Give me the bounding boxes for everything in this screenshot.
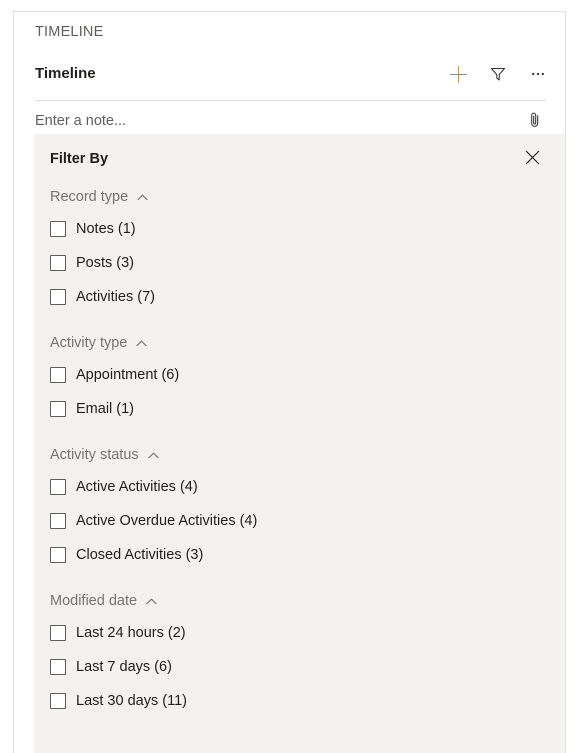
timeline-card: TIMELINE Timeline Enter a note... Filter… (13, 11, 566, 753)
timeline-panel-screen: TIMELINE Timeline Enter a note... Filter… (0, 0, 579, 753)
chevron-up-icon (137, 194, 148, 200)
attach-file-button[interactable] (521, 106, 549, 134)
filter-option-label: Closed Activities (3) (76, 547, 204, 563)
filter-option-checkbox[interactable] (50, 255, 66, 271)
filter-option-checkbox[interactable] (50, 547, 66, 563)
filter-group-label: Activity type (50, 335, 128, 351)
filter-option-row[interactable]: Closed Activities (3) (34, 538, 565, 572)
filter-option-checkbox[interactable] (50, 401, 66, 417)
filter-group-label: Activity status (50, 447, 139, 463)
filter-option-row[interactable]: Activities (7) (34, 280, 565, 314)
ellipsis-icon (532, 72, 544, 76)
filter-option-row[interactable]: Appointment (6) (34, 358, 565, 392)
filter-option-label: Posts (3) (76, 255, 135, 271)
filter-group-label: Modified date (50, 593, 138, 609)
filter-option-row[interactable]: Email (1) (34, 392, 565, 426)
filter-option-row[interactable]: Last 30 days (11) (34, 684, 565, 718)
chevron-up-icon (148, 452, 159, 458)
filter-option-row[interactable]: Notes (1) (34, 212, 565, 246)
add-timeline-record-button[interactable] (443, 59, 473, 89)
filter-option-label: Notes (1) (76, 221, 136, 237)
filter-group: Record type Notes (1) Posts (3) Activities … (34, 182, 565, 314)
filter-option-checkbox[interactable] (50, 625, 66, 641)
filter-group: Activity status Active Activities (4) Acti… (34, 440, 565, 572)
filter-panel-header: Filter By (34, 134, 565, 182)
note-input[interactable] (35, 113, 505, 129)
filter-option-row[interactable]: Posts (3) (34, 246, 565, 280)
filter-groups-list: Record type Notes (1) Posts (3) Activities … (34, 182, 565, 746)
paperclip-icon (531, 112, 539, 127)
filter-option-label: Activities (7) (76, 289, 155, 305)
funnel-icon (490, 67, 506, 81)
plus-icon (449, 65, 467, 83)
filter-option-row[interactable]: Active Overdue Activities (4) (34, 504, 565, 538)
filter-panel-title: Filter By (50, 151, 109, 167)
filter-option-checkbox[interactable] (50, 659, 66, 675)
filter-option-row[interactable]: Active Activities (4) (34, 470, 565, 504)
chevron-up-icon[interactable] (147, 449, 160, 462)
filter-group-header[interactable]: Modified date (34, 586, 565, 616)
chevron-up-icon (136, 340, 147, 346)
close-filter-panel-button[interactable] (517, 142, 547, 172)
chevron-up-icon[interactable] (136, 191, 149, 204)
filter-timeline-button[interactable] (483, 59, 513, 89)
filter-option-checkbox[interactable] (50, 513, 66, 529)
chevron-up-icon (146, 598, 157, 604)
more-commands-button[interactable] (523, 59, 553, 89)
filter-group-header[interactable]: Activity type (34, 328, 565, 358)
filter-option-label: Active Activities (4) (76, 479, 198, 495)
filter-option-checkbox[interactable] (50, 367, 66, 383)
filter-option-row[interactable]: Last 7 days (6) (34, 650, 565, 684)
filter-option-label: Email (1) (76, 401, 135, 417)
filter-option-label: Appointment (6) (76, 367, 180, 383)
timeline-header: Timeline (14, 59, 565, 92)
filter-option-label: Active Overdue Activities (4) (76, 513, 258, 529)
chevron-up-icon[interactable] (145, 595, 158, 608)
filter-option-checkbox[interactable] (50, 289, 66, 305)
filter-option-row[interactable]: Last 24 hours (2) (34, 616, 565, 650)
close-icon (525, 150, 539, 164)
filter-by-panel: Filter By Record type Notes (1) Posts (3) A… (34, 134, 565, 753)
filter-option-checkbox[interactable] (50, 693, 66, 709)
filter-group-header[interactable]: Activity status (34, 440, 565, 470)
filter-group: Modified date Last 24 hours (2) Last 7 day… (34, 586, 565, 718)
filter-option-label: Last 7 days (6) (76, 659, 172, 675)
page-title: Timeline (35, 65, 96, 82)
filter-option-checkbox[interactable] (50, 221, 66, 237)
filter-group-label: Record type (50, 189, 129, 205)
section-eyebrow-label: TIMELINE (35, 24, 104, 40)
timeline-command-bar (443, 59, 553, 89)
filter-group: Activity type Appointment (6) Email (1) (34, 328, 565, 426)
filter-option-checkbox[interactable] (50, 479, 66, 495)
filter-option-label: Last 30 days (11) (76, 693, 187, 709)
filter-option-label: Last 24 hours (2) (76, 625, 186, 641)
chevron-up-icon[interactable] (135, 337, 148, 350)
filter-group-header[interactable]: Record type (34, 182, 565, 212)
